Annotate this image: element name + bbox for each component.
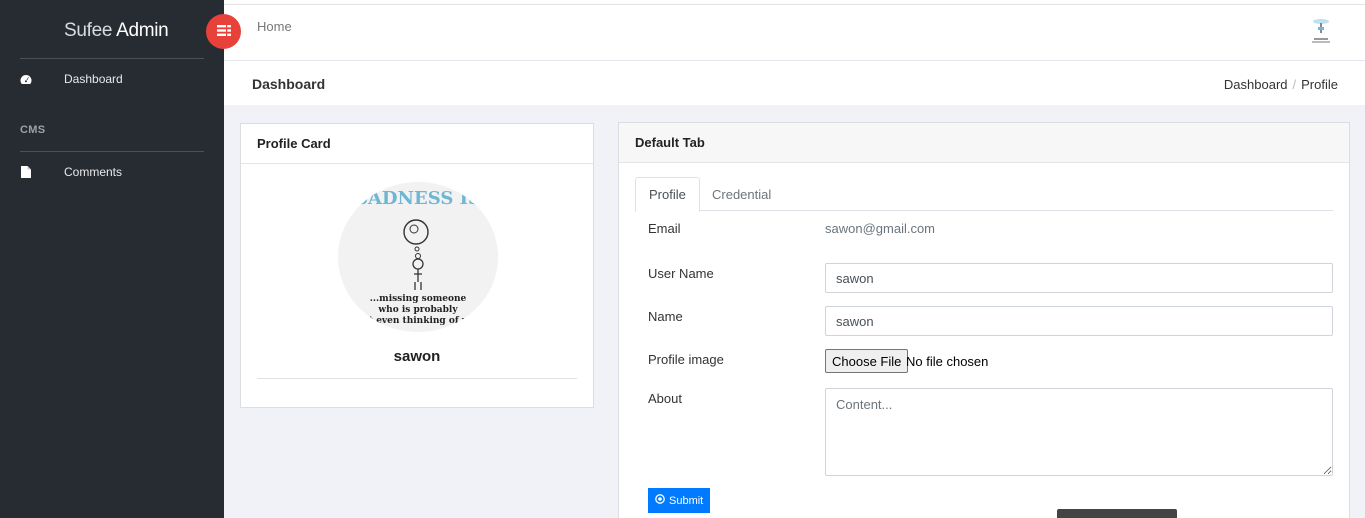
sidebar-divider [20, 58, 204, 59]
menu-icon [216, 23, 231, 41]
sidebar-item-dashboard[interactable]: Dashboard [0, 67, 224, 91]
profile-name: sawon [393, 348, 441, 365]
default-tab-card: Default Tab Profile Credential Email saw… [618, 122, 1350, 518]
image-caption-line: who is probably [377, 305, 458, 315]
tab-credential[interactable]: Credential [699, 177, 784, 211]
profile-image: SADNESS IS ...missing someone who is pro… [338, 182, 498, 332]
sidebar-divider [20, 151, 204, 152]
breadcrumb-separator: / [1292, 77, 1297, 92]
dashboard-icon [20, 73, 32, 85]
page-title: Dashboard [252, 76, 326, 92]
floating-panel-edge [1057, 509, 1177, 518]
image-caption-line: not even thinking of you [356, 316, 480, 326]
breadcrumb: Dashboard / Profile [1224, 77, 1338, 92]
home-link[interactable]: Home [257, 19, 292, 34]
choose-file-button[interactable]: Choose File [825, 349, 909, 373]
name-label: Name [648, 309, 683, 324]
username-field[interactable] [825, 263, 1333, 293]
profile-image-label: Profile image [648, 352, 724, 367]
user-avatar-icon[interactable] [1310, 18, 1332, 44]
profile-card-title: Profile Card [241, 124, 593, 164]
sidebar-item-label: Dashboard [64, 72, 123, 86]
submit-icon [655, 494, 665, 507]
submit-label: Submit [669, 494, 704, 507]
breadcrumb-item-dashboard[interactable]: Dashboard [1224, 77, 1288, 92]
username-label: User Name [648, 266, 714, 281]
about-label: About [648, 391, 682, 406]
profile-card: Profile Card SADNESS IS ...missing someo… [240, 123, 594, 408]
brand-name-light: Sufee [64, 20, 113, 41]
sidebar: Sufee Admin Dashboard CMS Comments [0, 0, 224, 518]
breadcrumb-bar: Dashboard Dashboard / Profile [224, 61, 1365, 105]
name-field[interactable] [825, 306, 1333, 336]
image-caption-line: ...missing someone [370, 294, 467, 304]
sidebar-item-comments[interactable]: Comments [0, 160, 224, 184]
submit-button[interactable]: Submit [648, 488, 711, 513]
file-icon [20, 166, 32, 178]
sidebar-item-label: Comments [64, 165, 123, 179]
brand-name-bold: Admin [116, 20, 169, 41]
breadcrumb-item-profile: Profile [1301, 77, 1338, 92]
email-value: sawon@gmail.com [825, 221, 936, 236]
email-label: Email [648, 221, 681, 236]
file-status-text: No file chosen [906, 354, 989, 369]
sidebar-section-title: CMS [20, 124, 46, 136]
about-textarea[interactable] [825, 388, 1333, 476]
tab-profile[interactable]: Profile [635, 177, 700, 212]
tab-bar: Profile Credential [635, 177, 1333, 212]
top-header: Home [224, 4, 1365, 60]
brand-logo[interactable]: Sufee Admin [64, 20, 169, 42]
menu-toggle-button[interactable] [206, 14, 241, 49]
profile-divider [257, 378, 577, 379]
default-tab-title: Default Tab [619, 123, 1349, 163]
image-caption-headline: SADNESS IS [355, 188, 481, 209]
